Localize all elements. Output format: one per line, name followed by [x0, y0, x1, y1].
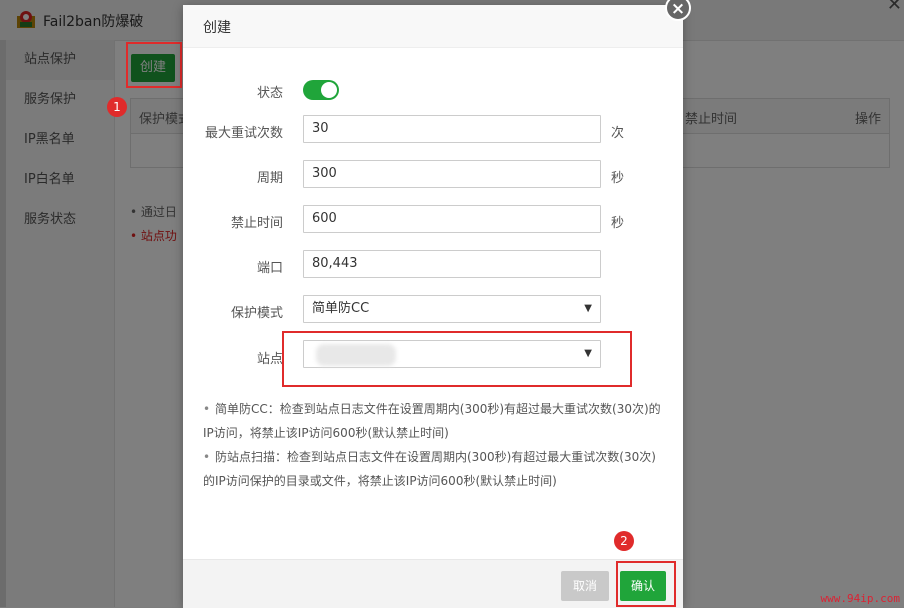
create-dialog: 创建 × 状态 最大重试次数 30 次 周期 300 秒 禁止时间 600 秒 …: [183, 0, 691, 608]
annotation-badge-2: 2: [614, 531, 634, 551]
max-retry-label: 最大重试次数: [204, 126, 283, 141]
ban-time-row: 禁止时间 600 秒: [183, 205, 683, 235]
mode-label: 保护模式: [230, 306, 283, 321]
max-retry-row: 最大重试次数 30 次: [183, 115, 683, 145]
watermark: www.94ip.com: [820, 592, 900, 605]
cancel-button[interactable]: 取消: [561, 571, 609, 601]
dropdown-arrow-icon: ▼: [584, 303, 592, 314]
dialog-title: 创建: [203, 20, 231, 36]
port-row: 端口 80,443: [183, 250, 683, 280]
annotation-box-confirm: [616, 561, 676, 607]
annotation-box-site: [282, 331, 632, 387]
help-item-scan: 防站点扫描：检查到站点日志文件在设置周期内(300秒)有超过最大重试次数(30次…: [203, 450, 656, 488]
period-label: 周期: [256, 171, 283, 186]
period-row: 周期 300 秒: [183, 160, 683, 190]
status-toggle[interactable]: [303, 80, 339, 100]
port-input[interactable]: 80,443: [303, 250, 601, 278]
help-text: • 简单防CC：检查到站点日志文件在设置周期内(300秒)有超过最大重试次数(30…: [203, 402, 661, 488]
max-retry-input[interactable]: 30: [303, 115, 601, 143]
ban-time-label: 禁止时间: [230, 216, 283, 231]
mode-row: 保护模式 简单防CC ▼: [183, 295, 683, 325]
period-unit: 秒: [611, 171, 625, 186]
toggle-knob: [321, 82, 337, 98]
ban-time-input[interactable]: 600: [303, 205, 601, 233]
ban-time-unit: 秒: [611, 216, 625, 231]
dialog-footer: 取消 确认: [183, 559, 683, 608]
dialog-header: 创建: [183, 5, 683, 48]
port-label: 端口: [256, 261, 283, 276]
site-label: 站点: [256, 352, 283, 367]
annotation-badge-1: 1: [107, 97, 127, 117]
mode-select-value: 简单防CC: [312, 301, 370, 316]
mode-select[interactable]: 简单防CC ▼: [303, 295, 601, 323]
max-retry-unit: 次: [611, 126, 625, 141]
help-item-cc: 简单防CC：检查到站点日志文件在设置周期内(300秒)有超过最大重试次数(30次…: [203, 402, 661, 440]
status-row: 状态: [183, 77, 683, 107]
annotation-box-create: [126, 42, 182, 88]
status-label: 状态: [256, 86, 283, 101]
period-input[interactable]: 300: [303, 160, 601, 188]
